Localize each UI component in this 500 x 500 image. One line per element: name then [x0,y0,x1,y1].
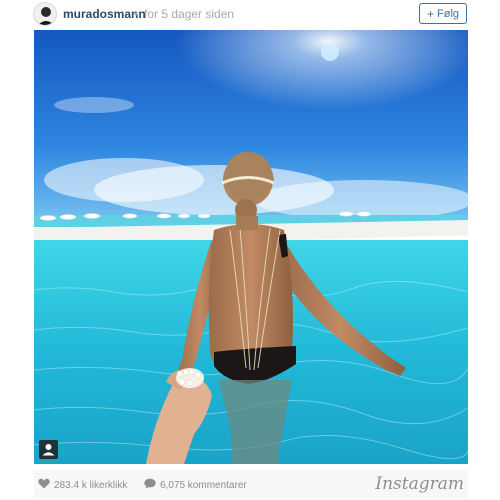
post-footer: 283.4 k likerklikk 6,075 kommentarer Ins… [34,470,468,498]
comments-count[interactable]: 6,075 kommentarer [144,478,247,492]
user-tag-icon[interactable] [39,440,58,459]
comments-label: 6,075 kommentarer [160,479,247,491]
separator-dot: • [134,7,139,21]
instagram-logo[interactable]: Instagram [375,474,464,494]
follow-button[interactable]: + Følg [419,3,467,24]
avatar[interactable] [33,2,57,26]
follow-label: Følg [437,7,459,20]
post-header: muradosmann • for 5 dager siden + Følg [0,0,500,30]
likes-count[interactable]: 283.4 k likerklikk [38,478,127,492]
comment-icon [144,478,156,492]
plus-icon: + [426,6,434,21]
post-photo[interactable] [34,30,468,464]
heart-icon [38,478,50,492]
post-timestamp[interactable]: for 5 dager siden [144,7,234,21]
likes-label: 283.4 k likerklikk [54,479,128,491]
